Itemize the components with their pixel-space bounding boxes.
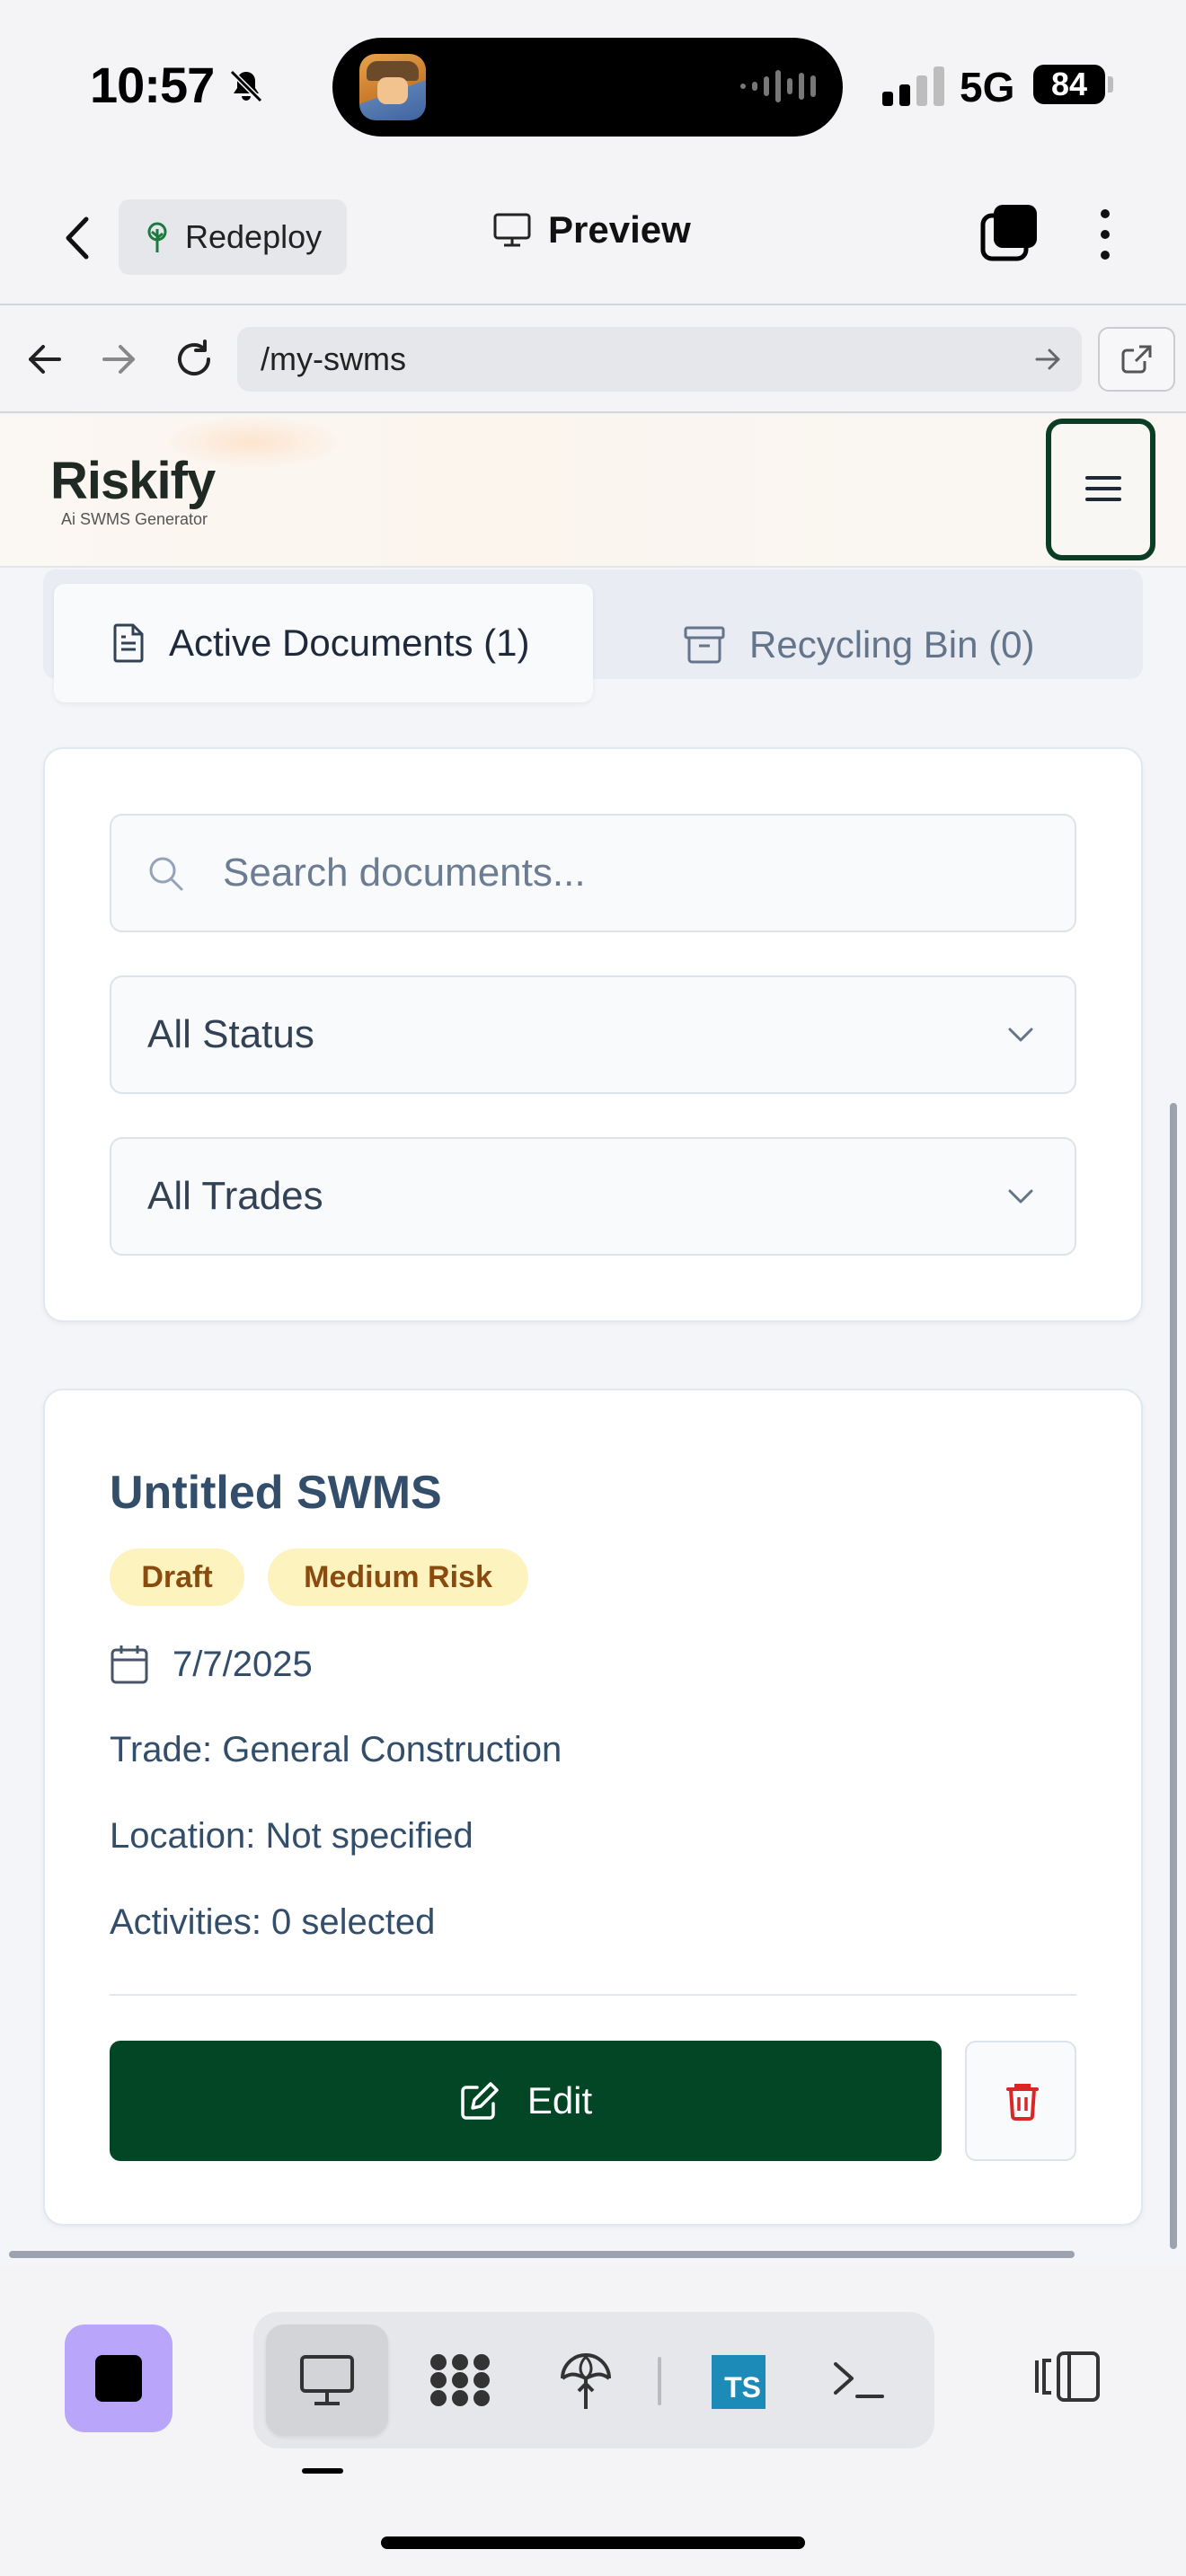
browser-forward-icon[interactable] [93,334,144,384]
home-indicator[interactable] [381,2536,805,2549]
riskify-logo[interactable]: Riskify Ai SWMS Generator [50,452,216,529]
tab-recycling-bin[interactable]: Recycling Bin (0) [683,600,1034,690]
dynamic-island[interactable] [332,38,843,137]
tool-switcher: TS [253,2312,934,2448]
horizontal-scrollbar[interactable] [9,2251,1075,2258]
audio-waveform-icon [740,70,816,102]
now-playing-avatar [359,54,426,120]
calendar-icon [111,1645,148,1684]
archive-icon [684,626,725,664]
document-icon [113,623,144,663]
silent-bell-icon [229,69,263,103]
redeploy-label: Redeploy [185,218,323,255]
document-activities: Activities: 0 selected [110,1902,436,1942]
document-date-value: 7/7/2025 [173,1644,313,1684]
search-icon [149,857,183,891]
split-view-icon[interactable] [1033,2348,1105,2405]
deploy-umbrella-icon [561,2353,611,2409]
edit-button[interactable]: Edit [110,2041,942,2161]
logo-text: Riskify [50,452,216,510]
chevron-down-icon [1008,1189,1033,1204]
open-external-button[interactable] [1098,327,1175,392]
battery-tip [1108,76,1113,93]
search-input[interactable]: Search documents... [110,814,1076,932]
document-location: Location: Not specified [110,1816,474,1856]
go-arrow-icon[interactable] [1031,343,1064,375]
terminal-icon [834,2362,884,2398]
status-bar: 10:57 5G 84 [0,0,1186,171]
monitor-icon [300,2355,354,2405]
edit-icon [461,2082,499,2120]
browser-back-icon[interactable] [20,334,70,384]
hamburger-menu-button[interactable] [1046,419,1155,560]
tool-agents[interactable] [395,2325,518,2436]
tool-preview[interactable] [266,2325,388,2436]
trades-select-value: All Trades [147,1174,323,1218]
typescript-icon: TS [712,2355,766,2409]
filter-card: Search documents... All Status All Trade… [43,747,1143,1322]
preview-title: Preview [492,208,691,251]
risk-badge: Medium Risk [268,1548,528,1606]
monitor-icon [493,213,531,247]
document-date: 7/7/2025 [110,1644,313,1685]
delete-button[interactable] [965,2041,1076,2161]
selected-tool-indicator [302,2468,343,2474]
tab-active-label: Active Documents (1) [169,622,530,664]
tool-typescript[interactable]: TS [676,2325,798,2436]
stop-button[interactable] [65,2325,173,2432]
chevron-down-icon [1008,1028,1033,1042]
more-vertical-icon[interactable] [1087,203,1123,266]
status-badge: Draft [110,1548,244,1606]
tool-deploy[interactable] [525,2325,647,2436]
tab-active-documents[interactable]: Active Documents (1) [54,584,593,702]
search-placeholder: Search documents... [223,851,586,895]
cell-signal-icon [882,65,944,106]
external-link-icon [1121,345,1152,374]
document-title[interactable]: Untitled SWMS [110,1466,442,1520]
site-navbar: Riskify Ai SWMS Generator [0,415,1186,568]
url-input[interactable]: /my-swms [237,327,1082,392]
redeploy-button[interactable]: Redeploy [119,199,347,275]
tool-terminal[interactable] [798,2325,920,2436]
url-text: /my-swms [261,340,406,377]
document-card: Untitled SWMS Draft Medium Risk 7/7/2025… [43,1389,1143,2226]
toolbar-separator [658,2357,661,2405]
network-type: 5G [960,64,1015,110]
edit-label: Edit [527,2079,593,2122]
tabs-icon[interactable] [979,203,1039,262]
app-header: Redeploy Preview [0,171,1186,305]
browser-bar: /my-swms [0,307,1186,413]
card-divider [110,1994,1076,1996]
trades-select[interactable]: All Trades [110,1137,1076,1256]
mesh-icon [430,2354,490,2406]
document-trade: Trade: General Construction [110,1730,562,1769]
tab-bin-label: Recycling Bin (0) [749,623,1035,666]
back-chevron-icon[interactable] [52,207,102,269]
status-select-value: All Status [147,1012,314,1056]
logo-tagline: Ai SWMS Generator [61,510,208,528]
vertical-scrollbar[interactable] [1170,1103,1177,2249]
trash-icon [1006,2084,1039,2121]
tree-icon [147,222,167,252]
status-select[interactable]: All Status [110,975,1076,1094]
status-time: 10:57 [90,57,215,113]
bottom-toolbar: TS [0,2265,1186,2576]
reload-icon[interactable] [169,334,219,384]
preview-label: Preview [548,208,691,251]
battery-icon: 84 [1033,65,1105,104]
